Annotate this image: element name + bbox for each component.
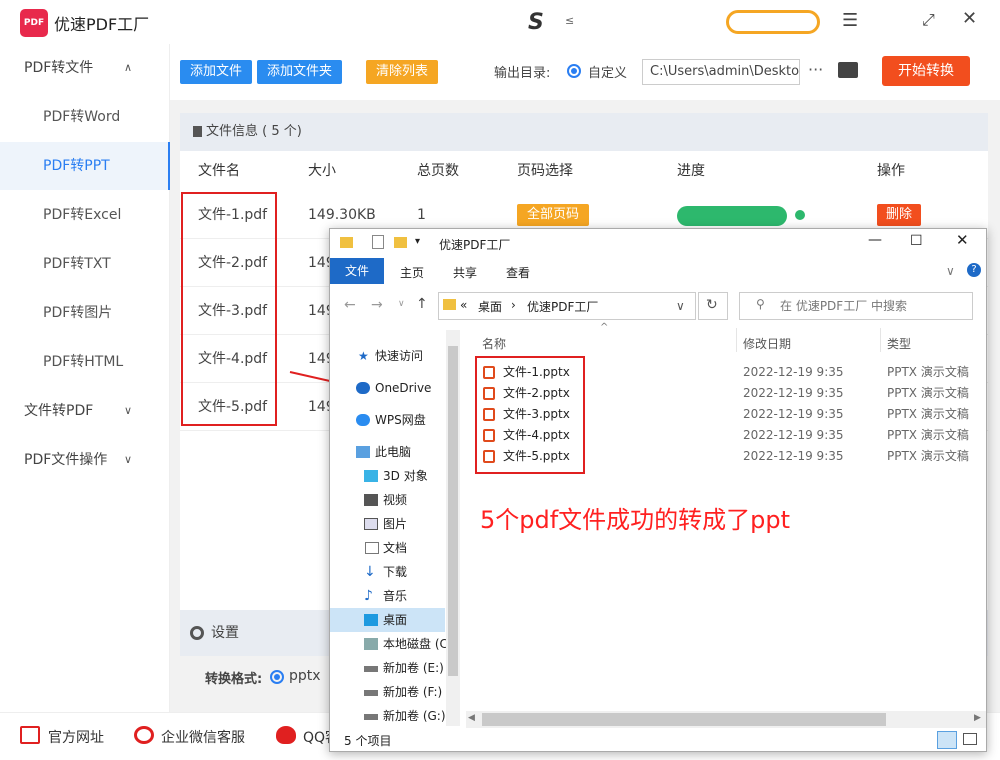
annotation-caption: 5个pdf文件成功的转成了ppt — [480, 506, 791, 534]
up-icon[interactable]: ↑ — [416, 296, 428, 312]
nav-drive-g[interactable]: 新加卷 (G:) — [330, 704, 458, 728]
help-icon[interactable]: ? — [967, 263, 981, 277]
back-icon[interactable]: ← — [344, 297, 356, 313]
nav-drive-f[interactable]: 新加卷 (F:) — [330, 680, 458, 704]
file-type: PPTX 演示文稿 — [887, 386, 969, 400]
nav-music[interactable]: ♪ 音乐 — [330, 584, 458, 608]
search-input[interactable]: 在 优速PDF工厂 中搜索 — [739, 292, 973, 320]
breadcrumb-back: « — [460, 298, 468, 312]
nav-onedrive[interactable]: OneDrive — [330, 376, 458, 400]
scroll-right-icon[interactable]: ▶ — [974, 713, 981, 723]
nav-scroll-thumb[interactable] — [448, 346, 458, 676]
folder-icon — [443, 299, 456, 310]
nav-drive-c[interactable]: 本地磁盘 (C — [330, 632, 458, 656]
cube-icon — [364, 470, 378, 482]
col-type[interactable]: 类型 — [887, 335, 911, 352]
download-icon: ↓ — [364, 564, 376, 580]
nav-wps[interactable]: WPS网盘 — [330, 408, 458, 432]
music-icon: ♪ — [364, 588, 373, 604]
file-date: 2022-12-19 9:35 — [743, 407, 844, 421]
drive-icon — [364, 638, 378, 650]
col-date[interactable]: 修改日期 — [743, 335, 791, 352]
drive-icon — [364, 714, 378, 720]
nav-desktop[interactable]: 桌面 — [330, 608, 458, 632]
annotation-box-pptx — [475, 356, 585, 474]
details-view-icon[interactable] — [937, 731, 957, 749]
maximize-icon[interactable]: ☐ — [910, 233, 923, 249]
ribbon-tab-share[interactable]: 共享 — [453, 264, 477, 281]
nav-quick-access[interactable]: ★ 快速访问 — [330, 344, 458, 368]
nav-pane: ★ 快速访问 OneDrive WPS网盘 此电脑 3D 对象 视频 图片 文档 … — [330, 330, 460, 730]
file-date: 2022-12-19 9:35 — [743, 365, 844, 379]
nav-3d-objects[interactable]: 3D 对象 — [330, 464, 458, 488]
explorer-title: 优速PDF工厂 — [439, 238, 511, 252]
file-date: 2022-12-19 9:35 — [743, 428, 844, 442]
ribbon-tab-view[interactable]: 查看 — [506, 264, 530, 281]
new-folder-icon[interactable] — [394, 237, 407, 248]
forward-icon[interactable]: → — [371, 297, 383, 313]
horizontal-scroll-thumb[interactable] — [482, 713, 886, 726]
nav-pictures[interactable]: 图片 — [330, 512, 458, 536]
video-icon — [364, 494, 378, 506]
nav-videos[interactable]: 视频 — [330, 488, 458, 512]
document-icon — [365, 542, 379, 554]
desktop-icon — [364, 614, 378, 626]
ribbon — [330, 258, 986, 284]
computer-icon — [356, 446, 370, 458]
cloud-icon — [356, 414, 370, 426]
search-icon: ⚲ — [756, 297, 765, 311]
cloud-icon — [356, 382, 370, 394]
breadcrumb-sep: › — [511, 298, 516, 312]
sort-up-icon: ^ — [600, 322, 609, 333]
drive-icon — [364, 690, 378, 696]
close-icon[interactable]: ✕ — [956, 231, 969, 249]
item-count: 5 个项目 — [344, 734, 392, 748]
file-date: 2022-12-19 9:35 — [743, 449, 844, 463]
properties-icon[interactable] — [372, 235, 384, 249]
nav-drive-e[interactable]: 新加卷 (E:) — [330, 656, 458, 680]
chevron-down-icon[interactable]: ∨ — [676, 299, 685, 313]
minimize-icon[interactable]: — — [868, 232, 882, 248]
scroll-left-icon[interactable]: ◀ — [468, 713, 475, 723]
star-icon: ★ — [358, 349, 369, 363]
column-divider — [880, 328, 881, 352]
chevron-down-icon[interactable]: ∨ — [946, 264, 955, 278]
column-divider — [736, 328, 737, 352]
col-name[interactable]: 名称 — [482, 335, 506, 352]
ribbon-tab-file[interactable]: 文件 — [330, 258, 384, 284]
folder-icon — [340, 237, 353, 248]
picture-icon — [364, 518, 378, 530]
chevron-down-icon[interactable]: ▾ — [415, 236, 420, 247]
nav-this-pc[interactable]: 此电脑 — [330, 440, 458, 464]
file-date: 2022-12-19 9:35 — [743, 386, 844, 400]
nav-documents[interactable]: 文档 — [330, 536, 458, 560]
file-type: PPTX 演示文稿 — [887, 449, 969, 463]
file-type: PPTX 演示文稿 — [887, 407, 969, 421]
file-type: PPTX 演示文稿 — [887, 365, 969, 379]
nav-downloads[interactable]: ↓ 下载 — [330, 560, 458, 584]
large-icons-view-icon[interactable] — [963, 733, 977, 745]
refresh-icon: ↻ — [706, 297, 718, 313]
breadcrumb-folder[interactable]: 优速PDF工厂 — [527, 298, 598, 315]
ribbon-tab-home[interactable]: 主页 — [400, 264, 424, 281]
drive-icon — [364, 666, 378, 672]
status-bar — [330, 728, 986, 751]
file-type: PPTX 演示文稿 — [887, 428, 969, 442]
chevron-down-icon[interactable]: ∨ — [398, 299, 405, 309]
breadcrumb-desktop[interactable]: 桌面 — [478, 298, 502, 315]
